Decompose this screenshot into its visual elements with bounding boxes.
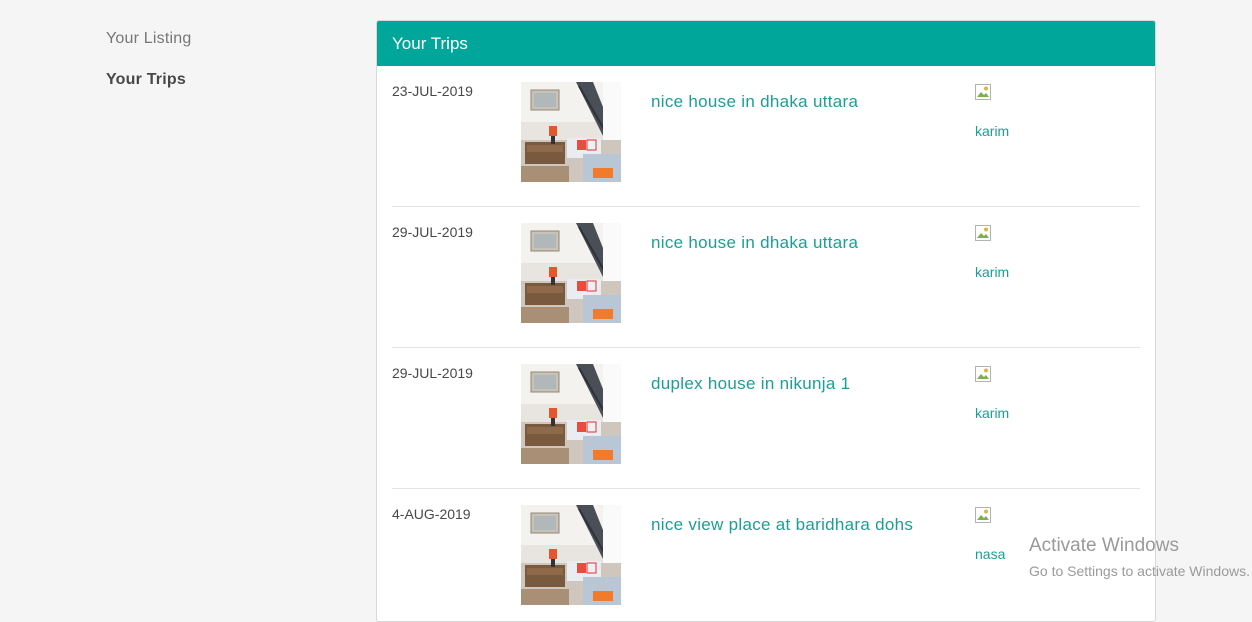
- host-avatar-broken-image-icon[interactable]: [975, 225, 991, 241]
- panel-title: Your Trips: [377, 21, 1155, 66]
- host-avatar-broken-image-icon[interactable]: [975, 366, 991, 382]
- trips-panel: Your Trips 23-JUL-2019 nice house in dha…: [376, 20, 1156, 622]
- host-name-link[interactable]: karim: [975, 123, 1009, 139]
- host-avatar-broken-image-icon[interactable]: [975, 84, 991, 100]
- room-thumbnail[interactable]: [521, 364, 621, 464]
- sidebar-item-your-trips[interactable]: Your Trips: [106, 71, 191, 89]
- sidebar-item-your-listing[interactable]: Your Listing: [106, 30, 191, 48]
- trip-row: 4-AUG-2019 nice view place at baridhara …: [392, 489, 1140, 621]
- trip-title-link[interactable]: nice house in dhaka uttara: [651, 92, 858, 112]
- trip-date: 29-JUL-2019: [392, 224, 473, 240]
- trip-date: 4-AUG-2019: [392, 506, 471, 522]
- host-name-link[interactable]: nasa: [975, 546, 1005, 562]
- trip-row: 23-JUL-2019 nice house in dhaka uttara k…: [392, 66, 1140, 207]
- trip-list: 23-JUL-2019 nice house in dhaka uttara k…: [377, 66, 1155, 621]
- trip-title-link[interactable]: duplex house in nikunja 1: [651, 374, 850, 394]
- sidebar: Your Listing Your Trips: [106, 30, 191, 112]
- host-avatar-broken-image-icon[interactable]: [975, 507, 991, 523]
- trip-row: 29-JUL-2019 nice house in dhaka uttara k…: [392, 207, 1140, 348]
- room-thumbnail[interactable]: [521, 223, 621, 323]
- host-name-link[interactable]: karim: [975, 405, 1009, 421]
- trip-title-link[interactable]: nice view place at baridhara dohs: [651, 515, 913, 535]
- room-thumbnail[interactable]: [521, 505, 621, 605]
- trip-date: 29-JUL-2019: [392, 365, 473, 381]
- trip-date: 23-JUL-2019: [392, 83, 473, 99]
- host-name-link[interactable]: karim: [975, 264, 1009, 280]
- room-thumbnail[interactable]: [521, 82, 621, 182]
- trip-row: 29-JUL-2019 duplex house in nikunja 1 ka…: [392, 348, 1140, 489]
- trip-title-link[interactable]: nice house in dhaka uttara: [651, 233, 858, 253]
